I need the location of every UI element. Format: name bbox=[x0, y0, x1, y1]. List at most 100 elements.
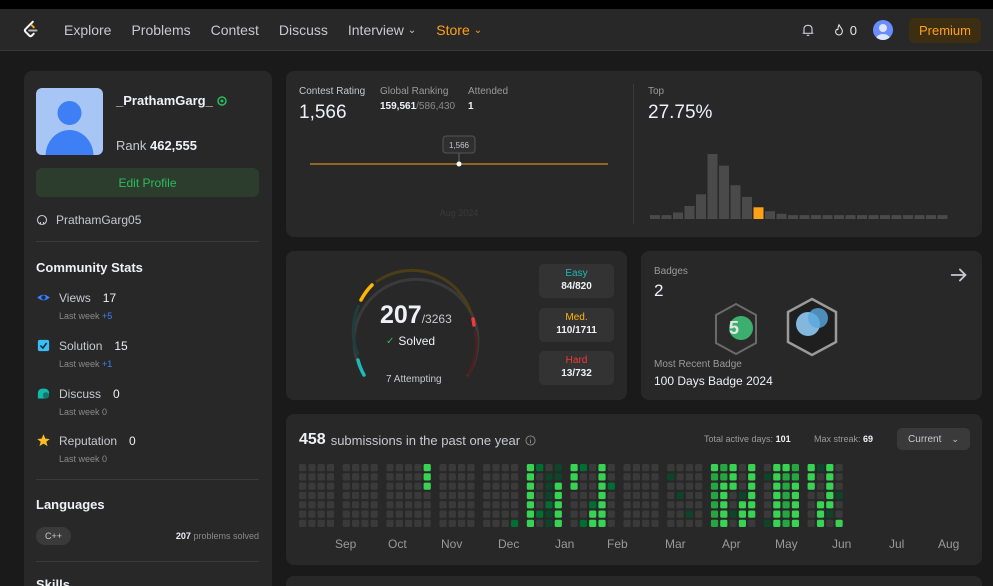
heatmap-cell[interactable] bbox=[729, 501, 737, 509]
heatmap-cell[interactable] bbox=[448, 501, 456, 509]
heatmap-cell[interactable] bbox=[579, 519, 587, 527]
heatmap-cell[interactable] bbox=[299, 491, 307, 500]
heatmap-cell[interactable] bbox=[826, 519, 834, 527]
heatmap-cell[interactable] bbox=[598, 464, 606, 472]
heatmap-cell[interactable] bbox=[352, 482, 360, 490]
heatmap-cell[interactable] bbox=[632, 464, 640, 472]
heatmap-cell[interactable] bbox=[526, 482, 534, 490]
heatmap-cell[interactable] bbox=[386, 510, 394, 518]
heatmap-cell[interactable] bbox=[526, 464, 534, 472]
heatmap-cell[interactable] bbox=[835, 482, 843, 490]
nav-discuss[interactable]: Discuss bbox=[279, 22, 328, 38]
heatmap-cell[interactable] bbox=[816, 482, 825, 490]
heatmap-cell[interactable] bbox=[748, 501, 756, 509]
user-avatar[interactable] bbox=[872, 20, 893, 40]
heatmap-cell[interactable] bbox=[352, 501, 360, 509]
heatmap-cell[interactable] bbox=[405, 519, 413, 527]
heatmap-cell[interactable] bbox=[589, 519, 597, 527]
heatmap-cell[interactable] bbox=[545, 464, 553, 472]
heatmap-cell[interactable] bbox=[308, 482, 316, 490]
heatmap-cell[interactable] bbox=[826, 464, 834, 472]
heatmap-cell[interactable] bbox=[545, 510, 553, 518]
heatmap-cell[interactable] bbox=[570, 519, 578, 527]
arrow-right-icon[interactable] bbox=[948, 264, 970, 286]
heatmap-cell[interactable] bbox=[414, 473, 422, 481]
heatmap-cell[interactable] bbox=[826, 491, 834, 500]
heatmap-cell[interactable] bbox=[467, 482, 475, 490]
heatmap-cell[interactable] bbox=[386, 519, 394, 527]
heatmap-cell[interactable] bbox=[439, 482, 447, 490]
heatmap-cell[interactable] bbox=[623, 464, 631, 472]
heatmap-cell[interactable] bbox=[773, 501, 781, 509]
heatmap-cell[interactable] bbox=[738, 473, 746, 481]
heatmap-cell[interactable] bbox=[729, 473, 737, 481]
heatmap-cell[interactable] bbox=[554, 519, 562, 527]
heatmap-cell[interactable] bbox=[632, 501, 640, 509]
heatmap-cell[interactable] bbox=[326, 501, 335, 509]
heatmap-cell[interactable] bbox=[651, 482, 659, 490]
heatmap-cell[interactable] bbox=[642, 464, 650, 472]
heatmap-cell[interactable] bbox=[579, 464, 587, 472]
heatmap-cell[interactable] bbox=[536, 473, 544, 481]
heatmap-cell[interactable] bbox=[370, 464, 378, 472]
nav-explore[interactable]: Explore bbox=[64, 22, 111, 38]
heatmap-cell[interactable] bbox=[439, 501, 447, 509]
heatmap-cell[interactable] bbox=[342, 519, 350, 527]
heatmap-cell[interactable] bbox=[308, 464, 316, 472]
heatmap-cell[interactable] bbox=[370, 510, 378, 518]
heatmap-cell[interactable] bbox=[763, 491, 772, 500]
heatmap-cell[interactable] bbox=[632, 473, 640, 481]
heatmap-cell[interactable] bbox=[791, 473, 799, 481]
heatmap-cell[interactable] bbox=[439, 519, 447, 527]
heatmap-cell[interactable] bbox=[526, 501, 534, 509]
heatmap-cell[interactable] bbox=[826, 501, 834, 509]
heatmap-cell[interactable] bbox=[317, 501, 325, 509]
heatmap-cell[interactable] bbox=[511, 464, 519, 472]
heatmap-cell[interactable] bbox=[607, 464, 615, 472]
heatmap-cell[interactable] bbox=[448, 510, 456, 518]
heatmap-cell[interactable] bbox=[317, 482, 325, 490]
heatmap-cell[interactable] bbox=[458, 501, 466, 509]
heatmap-cell[interactable] bbox=[361, 519, 369, 527]
heatmap-cell[interactable] bbox=[439, 473, 447, 481]
heatmap-cell[interactable] bbox=[483, 473, 491, 481]
heatmap-cell[interactable] bbox=[299, 519, 307, 527]
heatmap-cell[interactable] bbox=[448, 519, 456, 527]
heatmap-cell[interactable] bbox=[483, 519, 491, 527]
heatmap-cell[interactable] bbox=[395, 491, 403, 500]
heatmap-cell[interactable] bbox=[414, 519, 422, 527]
heatmap-cell[interactable] bbox=[685, 491, 693, 500]
heatmap-cell[interactable] bbox=[720, 473, 728, 481]
heatmap-cell[interactable] bbox=[607, 473, 615, 481]
heatmap-cell[interactable] bbox=[642, 510, 650, 518]
heatmap-cell[interactable] bbox=[710, 501, 719, 509]
heatmap-cell[interactable] bbox=[807, 473, 815, 481]
heatmap-cell[interactable] bbox=[467, 501, 475, 509]
heatmap-cell[interactable] bbox=[326, 473, 335, 481]
heatmap-cell[interactable] bbox=[326, 519, 335, 527]
heatmap-cell[interactable] bbox=[642, 482, 650, 490]
heatmap-cell[interactable] bbox=[299, 510, 307, 518]
heatmap-cell[interactable] bbox=[308, 510, 316, 518]
easy-box[interactable]: Easy 84/820 bbox=[539, 264, 614, 298]
heatmap-cell[interactable] bbox=[545, 501, 553, 509]
heatmap-cell[interactable] bbox=[536, 519, 544, 527]
heatmap-cell[interactable] bbox=[791, 482, 799, 490]
heatmap-cell[interactable] bbox=[695, 464, 703, 472]
heatmap-cell[interactable] bbox=[511, 482, 519, 490]
heatmap-cell[interactable] bbox=[483, 501, 491, 509]
heatmap-cell[interactable] bbox=[807, 501, 815, 509]
heatmap-cell[interactable] bbox=[423, 501, 431, 509]
heatmap-cell[interactable] bbox=[748, 519, 756, 527]
heatmap-cell[interactable] bbox=[835, 510, 843, 518]
heatmap-cell[interactable] bbox=[414, 491, 422, 500]
heatmap-cell[interactable] bbox=[492, 519, 500, 527]
heatmap-cell[interactable] bbox=[423, 510, 431, 518]
badge-100-days-icon[interactable] bbox=[784, 296, 840, 358]
heatmap-cell[interactable] bbox=[607, 491, 615, 500]
heatmap-cell[interactable] bbox=[589, 482, 597, 490]
heatmap-cell[interactable] bbox=[782, 519, 790, 527]
heatmap-cell[interactable] bbox=[299, 473, 307, 481]
heatmap-cell[interactable] bbox=[738, 519, 746, 527]
heatmap-cell[interactable] bbox=[598, 501, 606, 509]
